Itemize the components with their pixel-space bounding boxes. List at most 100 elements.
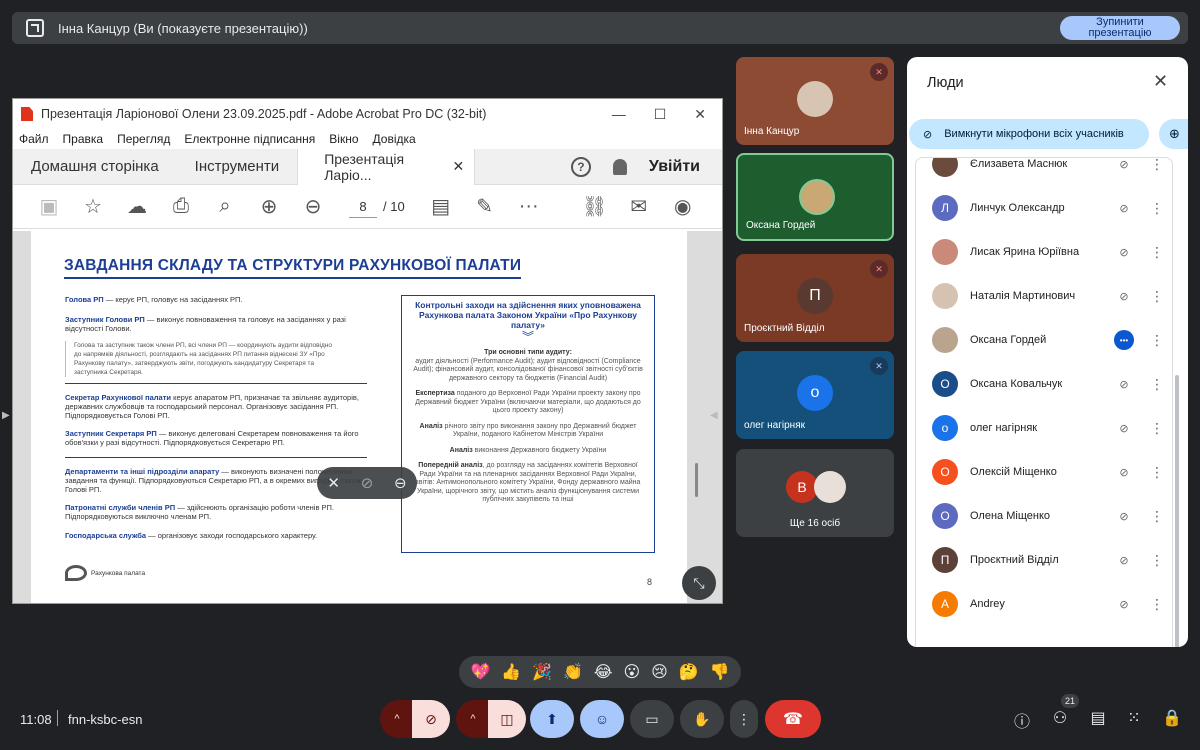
- participant-row[interactable]: A Andrey ⊘ ⋮: [916, 582, 1172, 626]
- reaction-emoji[interactable]: 😂: [594, 662, 613, 682]
- participant-row[interactable]: О Олексій Міщенко ⊘ ⋮: [916, 450, 1172, 494]
- audio-options-button[interactable]: ^: [380, 700, 414, 738]
- tab-tools[interactable]: Інструменти: [177, 149, 298, 185]
- menu-view[interactable]: Перегляд: [117, 132, 170, 146]
- sign-in-button[interactable]: Увійти: [649, 158, 700, 176]
- reaction-emoji[interactable]: 😮: [623, 662, 640, 682]
- tab-home[interactable]: Домашня сторінка: [13, 149, 177, 185]
- participant-tile[interactable]: П ✕ Проєктний Відділ: [736, 254, 894, 342]
- list-scrollbar[interactable]: [1175, 375, 1179, 647]
- camera-toggle-button[interactable]: ◫: [488, 700, 526, 738]
- comment-icon[interactable]: ▤: [419, 194, 463, 219]
- print-icon[interactable]: ⎙: [159, 195, 203, 218]
- participant-tile[interactable]: о ✕ олег нагірняк: [736, 351, 894, 439]
- mic-off-icon[interactable]: ⊘: [1114, 598, 1134, 611]
- add-people-button[interactable]: ⊕: [1159, 119, 1188, 149]
- more-participants-tile[interactable]: В Ще 16 осіб: [736, 449, 894, 537]
- raise-hand-button[interactable]: ✋: [680, 700, 724, 738]
- add-user-icon[interactable]: ◉: [661, 194, 705, 219]
- reaction-emoji[interactable]: 👎: [710, 662, 730, 682]
- share-link-icon[interactable]: ⛓: [573, 194, 617, 219]
- present-button[interactable]: ⬆: [530, 700, 574, 738]
- upload-cloud-icon[interactable]: ☁: [115, 194, 159, 219]
- mute-all-button[interactable]: ⊘ Вимкнути мікрофони всіх учасників: [909, 119, 1149, 149]
- search-icon[interactable]: ⌕: [203, 195, 247, 218]
- mic-off-icon[interactable]: ⊘: [1114, 554, 1134, 567]
- menu-sign[interactable]: Електронне підписання: [184, 132, 315, 146]
- info-icon[interactable]: ⓘ: [1010, 708, 1034, 732]
- highlight-pen-icon[interactable]: ✎: [463, 194, 507, 219]
- collapse-fullscreen-button[interactable]: ⤡: [682, 566, 716, 600]
- participant-row[interactable]: Лисак Ярина Юріївна ⊘ ⋮: [916, 230, 1172, 274]
- document-scrollbar[interactable]: [695, 463, 698, 497]
- bookmark-star-icon[interactable]: ☆: [71, 194, 115, 219]
- participants-list[interactable]: Єлизавета Маснюк ⊘ ⋮ Л Линчук Олександр ⊘ ⋮ Лис…: [915, 157, 1173, 647]
- more-vert-icon[interactable]: ⋮: [1150, 376, 1164, 393]
- participant-row[interactable]: Наталія Мартинович ⊘ ⋮: [916, 274, 1172, 318]
- mic-off-icon[interactable]: ⊘: [1114, 378, 1134, 391]
- host-controls-icon[interactable]: 🔒: [1160, 708, 1184, 728]
- reaction-emoji[interactable]: 💖: [470, 662, 490, 682]
- more-vert-icon[interactable]: ⋮: [1150, 288, 1164, 305]
- participant-row[interactable]: Єлизавета Маснюк ⊘ ⋮: [916, 158, 1172, 186]
- leave-call-button[interactable]: ☎: [765, 700, 821, 738]
- more-vert-icon[interactable]: ⋮: [1150, 596, 1164, 613]
- mic-off-icon[interactable]: ⊘: [1114, 202, 1134, 215]
- more-vert-icon[interactable]: ⋮: [1150, 158, 1164, 173]
- document-area[interactable]: ЗАВДАННЯ СКЛАДУ ТА СТРУКТУРИ РАХУНКОВОЇ …: [13, 231, 722, 603]
- more-vert-icon[interactable]: ⋮: [1150, 420, 1164, 437]
- right-arrow-icon[interactable]: ◀: [710, 410, 718, 421]
- prev-page-icon[interactable]: ⊕: [247, 194, 291, 219]
- close-icon[interactable]: ✕: [1153, 71, 1168, 92]
- more-tools-icon[interactable]: ···: [507, 195, 551, 218]
- participant-row[interactable]: Оксана Гордей ••• ⋮: [916, 318, 1172, 362]
- chat-icon[interactable]: ▤: [1086, 708, 1110, 728]
- page-number-input[interactable]: 8: [349, 196, 377, 218]
- participant-row[interactable]: Л Линчук Олександр ⊘ ⋮: [916, 186, 1172, 230]
- more-vert-icon[interactable]: ⋮: [1150, 464, 1164, 481]
- left-arrow-icon[interactable]: ▶: [2, 410, 10, 421]
- more-vert-icon[interactable]: ⋮: [1150, 200, 1164, 217]
- video-options-button[interactable]: ^: [456, 700, 490, 738]
- save-icon[interactable]: ▣: [27, 194, 71, 219]
- mic-off-icon[interactable]: ⊘: [1114, 422, 1134, 435]
- email-icon[interactable]: ✉: [617, 194, 661, 219]
- more-options-button[interactable]: ⋮: [730, 700, 758, 738]
- close-tab-icon[interactable]: ✕: [452, 158, 464, 175]
- activities-icon[interactable]: ⁙: [1122, 708, 1146, 728]
- menu-edit[interactable]: Правка: [63, 132, 104, 146]
- participant-row[interactable]: О Оксана Ковальчук ⊘ ⋮: [916, 362, 1172, 406]
- mic-toggle-button[interactable]: ⊘: [412, 700, 450, 738]
- people-icon[interactable]: ⚇: [1048, 708, 1072, 728]
- emoji-button[interactable]: ☺: [580, 700, 624, 738]
- more-vert-icon[interactable]: ⋮: [1150, 332, 1164, 349]
- more-vert-icon[interactable]: ⋮: [1150, 244, 1164, 261]
- reaction-emoji[interactable]: 😢: [651, 662, 668, 682]
- mute-icon[interactable]: ⊘: [361, 474, 374, 492]
- participant-row[interactable]: О Олена Міщенко ⊘ ⋮: [916, 494, 1172, 538]
- stop-presenting-button[interactable]: Зупинити презентацію: [1060, 16, 1180, 40]
- reaction-emoji[interactable]: 👍: [501, 662, 521, 682]
- participant-tile-active-speaker[interactable]: Оксана Гордей: [736, 153, 894, 241]
- mic-off-icon[interactable]: ⊘: [1114, 246, 1134, 259]
- tab-document[interactable]: Презентація Ларіо... ✕: [297, 148, 476, 185]
- maximize-icon[interactable]: ☐: [654, 106, 667, 123]
- bell-icon[interactable]: [612, 158, 627, 175]
- more-vert-icon[interactable]: ⋮: [1150, 552, 1164, 569]
- speaking-indicator-icon[interactable]: •••: [1114, 330, 1134, 350]
- reaction-emoji[interactable]: 🎉: [532, 662, 552, 682]
- mic-off-icon[interactable]: ⊘: [1114, 158, 1134, 171]
- minimize-circle-icon[interactable]: ⊖: [394, 474, 407, 492]
- close-window-icon[interactable]: ✕: [694, 106, 706, 123]
- menu-help[interactable]: Довідка: [373, 132, 416, 146]
- menu-window[interactable]: Вікно: [329, 132, 358, 146]
- minimize-icon[interactable]: —: [612, 106, 626, 123]
- next-page-icon[interactable]: ⊖: [291, 194, 335, 219]
- mic-off-icon[interactable]: ⊘: [1114, 510, 1134, 523]
- participant-row[interactable]: П Проєктний Відділ ⊘ ⋮: [916, 538, 1172, 582]
- help-icon[interactable]: ?: [570, 156, 591, 177]
- reaction-emoji[interactable]: 🤔: [679, 662, 699, 682]
- mic-off-icon[interactable]: ⊘: [1114, 466, 1134, 479]
- unpin-icon[interactable]: ✕: [327, 474, 340, 492]
- reaction-emoji[interactable]: 👏: [563, 662, 583, 682]
